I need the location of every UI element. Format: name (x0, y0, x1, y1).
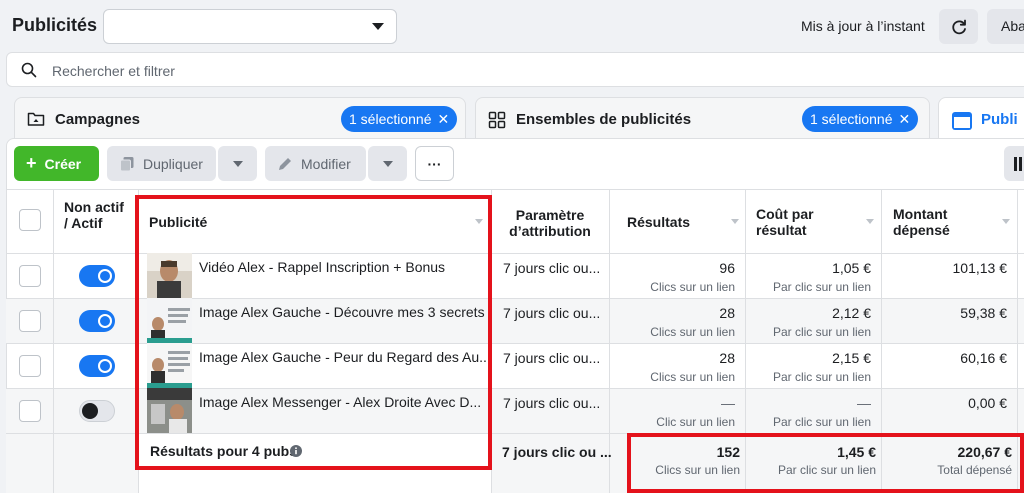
tab-campaigns-label: Campagnes (55, 111, 141, 128)
status-toggle[interactable] (79, 355, 115, 377)
cost-sub: Par clic sur un lien (772, 325, 871, 339)
tab-adsets[interactable]: Ensembles de publicités 1 sélectionné ✕ (475, 97, 930, 141)
results-sub: Clics sur un lien (650, 370, 735, 384)
create-label: Créer (44, 155, 82, 172)
adsets-badge-text: 1 sélectionné (810, 111, 893, 127)
cost-cell: 2,12 € (832, 305, 871, 321)
select-all-checkbox[interactable] (19, 209, 41, 231)
row-checkbox[interactable] (19, 400, 41, 422)
cost-cell: 1,05 € (832, 260, 871, 276)
cost-sub: Par clic sur un lien (772, 370, 871, 384)
duplicate-menu-button[interactable] (218, 146, 257, 181)
summary-attribution: 7 jours clic ou ... (502, 444, 612, 460)
column-header-spent[interactable]: Montant dépensé (893, 206, 973, 238)
search-bar[interactable]: Rechercher et filtrer (6, 52, 1024, 87)
tab-campaigns[interactable]: Campagnes 1 sélectionné ✕ (14, 97, 466, 141)
column-header-cost[interactable]: Coût par résultat (756, 206, 846, 238)
highlight-box-ads (135, 195, 492, 470)
close-icon[interactable]: ✕ (899, 111, 911, 127)
more-icon: ··· (427, 155, 442, 172)
copy-icon (120, 156, 134, 171)
campaigns-selected-badge[interactable]: 1 sélectionné ✕ (341, 106, 458, 132)
refresh-icon (951, 19, 966, 34)
more-options-button[interactable]: ··· (415, 146, 454, 181)
column-header-status[interactable]: Non actif / Actif (64, 199, 124, 231)
spent-cell: 59,38 € (960, 305, 1007, 321)
results-sub: Clics sur un lien (650, 325, 735, 339)
status-toggle[interactable] (79, 400, 115, 422)
tab-adsets-label: Ensembles de publicités (516, 111, 692, 128)
spent-cell: 60,16 € (960, 350, 1007, 366)
close-icon[interactable]: ✕ (438, 111, 450, 127)
page-title: Publicités (12, 15, 98, 35)
results-sub: Clics sur un lien (650, 280, 735, 294)
attribution-cell: 7 jours clic ou... (503, 260, 601, 276)
pencil-icon (279, 157, 291, 170)
ad-icon (952, 112, 972, 130)
adsets-selected-badge[interactable]: 1 sélectionné ✕ (802, 106, 919, 132)
columns-button[interactable] (1004, 146, 1024, 181)
edit-label: Modifier (301, 155, 351, 172)
chevron-down-icon (372, 23, 384, 30)
attribution-cell: 7 jours clic ou... (503, 395, 601, 411)
tab-ads[interactable]: Publi (938, 97, 1024, 141)
refresh-button[interactable] (939, 9, 978, 44)
edit-menu-button[interactable] (368, 146, 407, 181)
results-cell: 28 (719, 305, 735, 321)
update-status: Mis à jour à l’instant (801, 18, 925, 34)
aba-button[interactable]: Aba (987, 9, 1024, 44)
search-icon (21, 62, 37, 78)
chevron-down-icon (382, 160, 393, 167)
chevron-down-icon (232, 160, 243, 167)
grid-icon (488, 111, 506, 129)
results-cell: — (721, 395, 735, 411)
duplicate-label: Dupliquer (143, 155, 203, 172)
results-sub: Clic sur un lien (656, 415, 735, 429)
results-cell: 96 (719, 260, 735, 276)
column-header-attribution[interactable]: Paramètre d’attribution (500, 207, 600, 239)
spent-cell: 101,13 € (952, 260, 1008, 276)
plus-icon: + (26, 153, 37, 173)
status-toggle[interactable] (79, 310, 115, 332)
spent-cell: 0,00 € (968, 395, 1007, 411)
duplicate-button[interactable]: Dupliquer (107, 146, 216, 181)
sort-icon[interactable] (866, 219, 874, 224)
row-checkbox[interactable] (19, 310, 41, 332)
tab-ads-label: Publi (981, 111, 1018, 128)
sort-icon[interactable] (731, 219, 739, 224)
cost-sub: Par clic sur un lien (772, 415, 871, 429)
create-button[interactable]: + Créer (14, 146, 99, 181)
top-header: Publicités Mis à jour à l’instant Aba (0, 0, 1024, 52)
highlight-box-totals (627, 433, 1024, 493)
grid-line (6, 189, 1024, 190)
sort-icon[interactable] (1002, 219, 1010, 224)
row-checkbox[interactable] (19, 355, 41, 377)
status-toggle[interactable] (79, 265, 115, 287)
row-checkbox[interactable] (19, 265, 41, 287)
grid-line (53, 189, 54, 493)
account-dropdown[interactable] (103, 9, 397, 44)
columns-icon (1014, 157, 1022, 171)
folder-icon (27, 112, 45, 126)
attribution-cell: 7 jours clic ou... (503, 305, 601, 321)
results-cell: 28 (719, 350, 735, 366)
column-header-results[interactable]: Résultats (627, 214, 690, 230)
cost-sub: Par clic sur un lien (772, 280, 871, 294)
campaigns-badge-text: 1 sélectionné (349, 111, 432, 127)
cost-cell: — (857, 395, 871, 411)
attribution-cell: 7 jours clic ou... (503, 350, 601, 366)
search-placeholder: Rechercher et filtrer (52, 63, 175, 79)
cost-cell: 2,15 € (832, 350, 871, 366)
edit-button[interactable]: Modifier (265, 146, 366, 181)
